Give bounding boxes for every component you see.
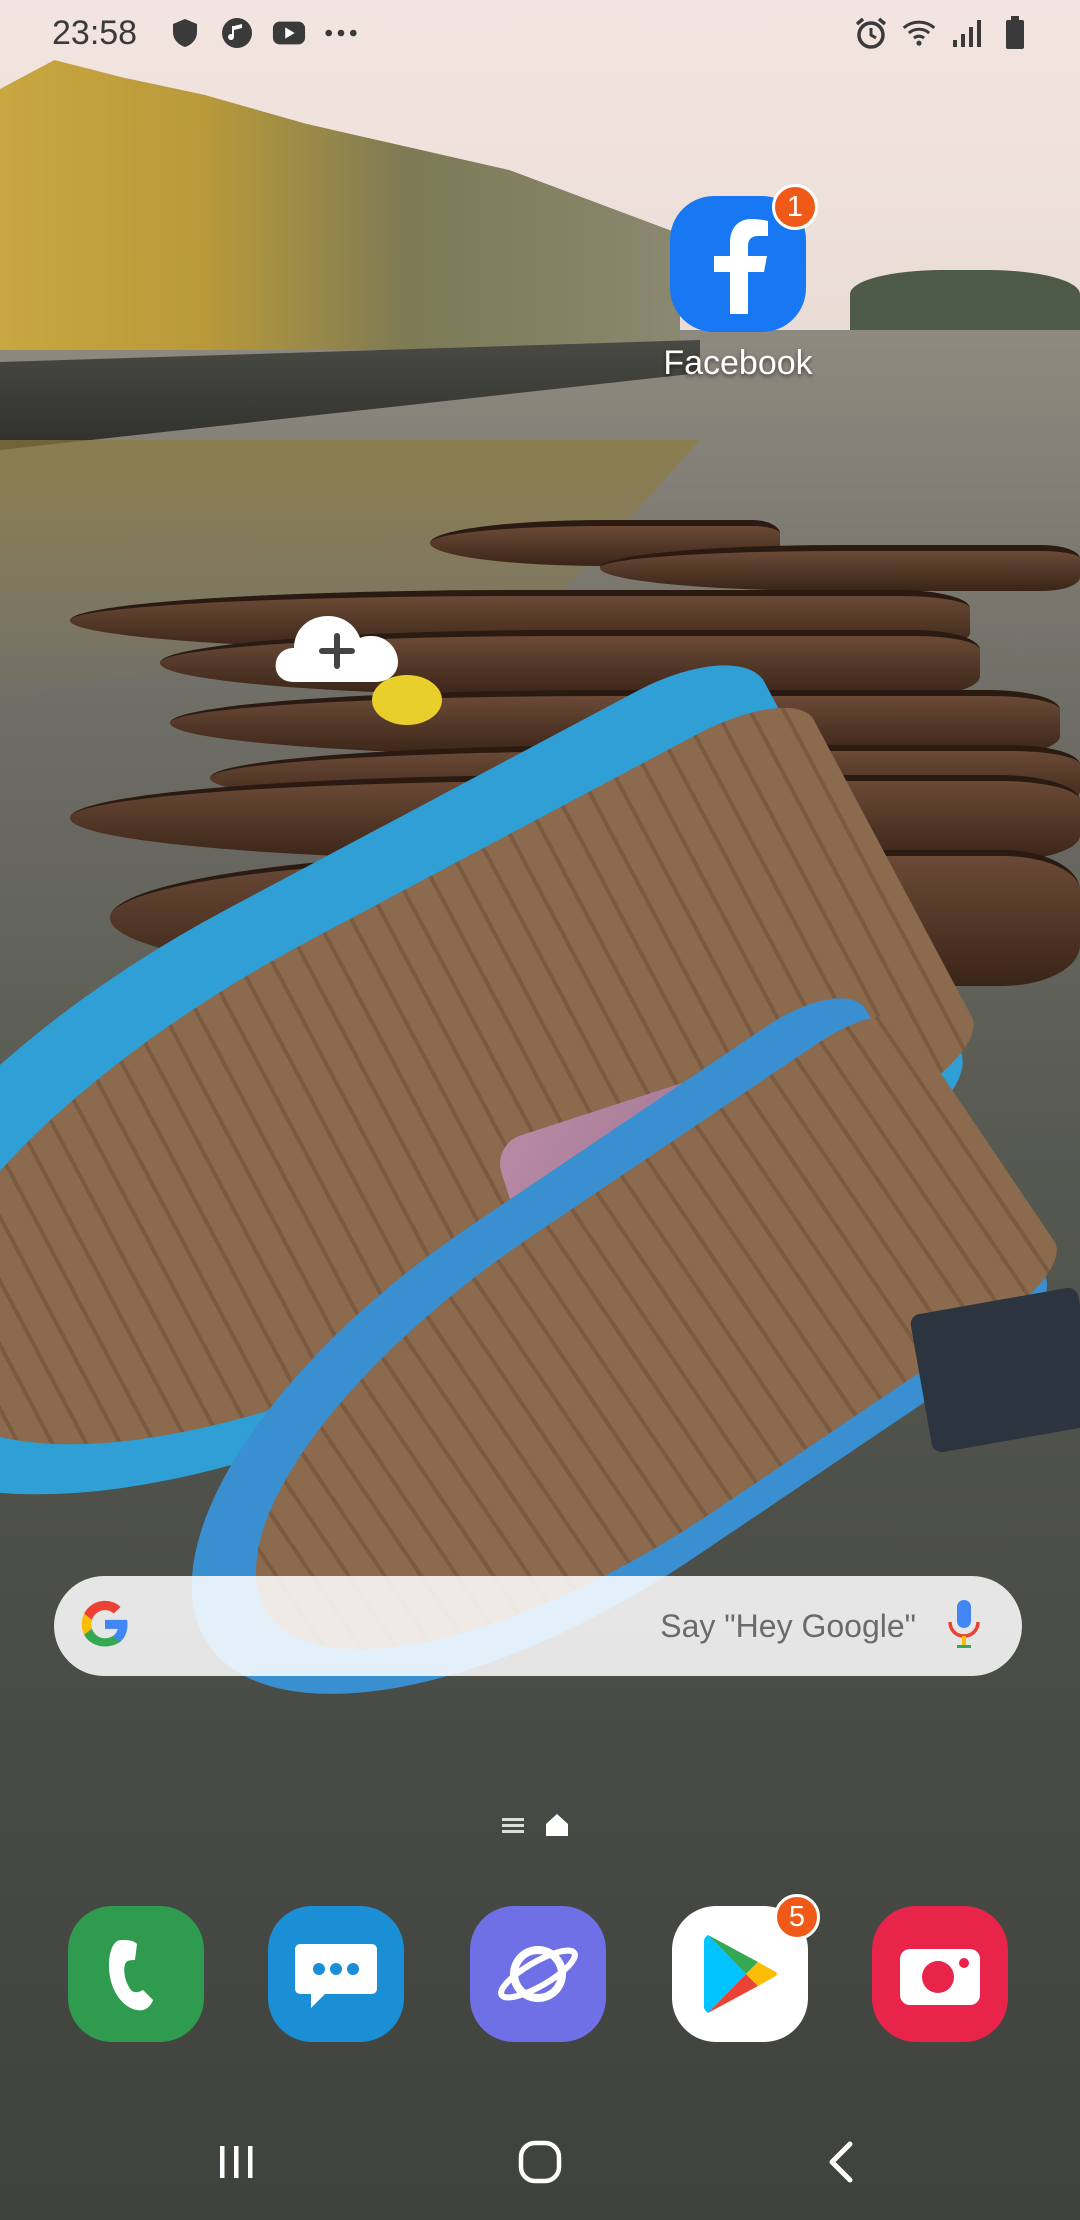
status-bar: 23:58 [0, 0, 1080, 66]
internet-app[interactable] [470, 1906, 606, 2042]
home-button[interactable] [500, 2122, 580, 2202]
messages-app[interactable] [268, 1906, 404, 2042]
camera-app[interactable] [872, 1906, 1008, 2042]
search-placeholder: Say "Hey Google" [660, 1607, 916, 1644]
youtube-icon [272, 16, 306, 50]
page-indicator[interactable] [500, 1812, 570, 1843]
facebook-notification-badge: 1 [772, 184, 818, 230]
add-widget-button[interactable] [272, 608, 402, 684]
navigation-bar [0, 2100, 1080, 2220]
wallpaper-boat [600, 545, 1080, 591]
messages-icon[interactable] [268, 1906, 404, 2042]
wallpaper-trees [850, 270, 1080, 330]
camera-icon[interactable] [872, 1906, 1008, 2042]
wifi-icon [902, 16, 936, 50]
facebook-app[interactable]: 1 Facebook [663, 184, 818, 382]
wallpaper-tarp [909, 1286, 1080, 1454]
status-right-icons [854, 16, 1032, 50]
more-icon [324, 16, 358, 50]
phone-app[interactable] [68, 1906, 204, 2042]
battery-icon [998, 16, 1032, 50]
wallpaper [0, 0, 1080, 2220]
music-note-icon [220, 16, 254, 50]
play-store-icon[interactable]: 5 [672, 1894, 820, 2042]
play-store-app[interactable]: 5 [672, 1894, 820, 2042]
facebook-label: Facebook [663, 344, 813, 382]
back-button[interactable] [800, 2122, 880, 2202]
google-search-bar[interactable]: Say "Hey Google" [54, 1576, 1022, 1676]
alarm-icon [854, 16, 888, 50]
recents-button[interactable] [196, 2122, 276, 2202]
status-left-icons [168, 16, 358, 50]
home-page-icon [544, 1812, 570, 1843]
menu-page-icon [500, 1815, 526, 1840]
signal-icon [950, 16, 984, 50]
facebook-icon[interactable]: 1 [670, 184, 818, 332]
phone-icon[interactable] [68, 1906, 204, 2042]
shield-icon [168, 16, 202, 50]
microphone-icon[interactable] [946, 1598, 982, 1655]
play-store-notification-badge: 5 [774, 1894, 820, 1940]
internet-browser-icon[interactable] [470, 1906, 606, 2042]
status-time: 23:58 [52, 14, 138, 52]
google-logo-icon [78, 1597, 132, 1656]
